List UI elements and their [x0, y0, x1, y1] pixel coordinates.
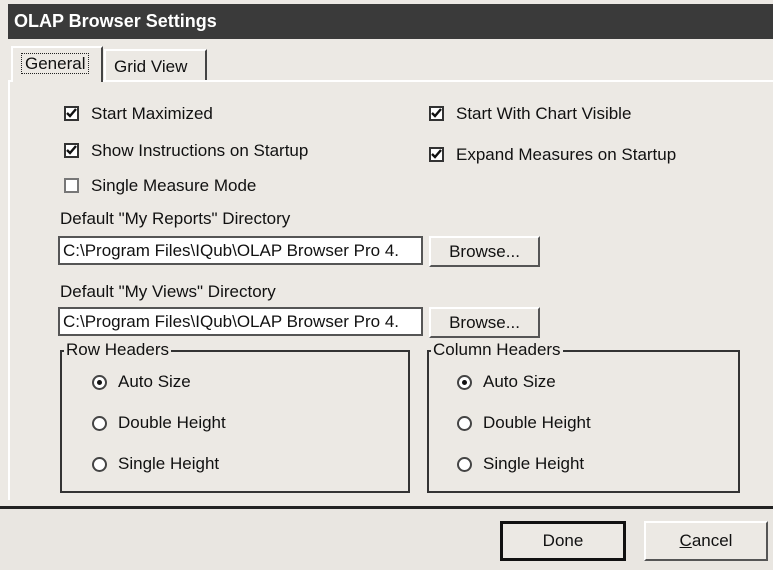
reports-directory-label: Default "My Reports" Directory [60, 209, 291, 228]
column-headers-group: Column Headers Auto Size Double Height S… [427, 340, 740, 493]
expand-measures-box[interactable] [429, 147, 444, 162]
window-title: OLAP Browser Settings [8, 4, 773, 39]
column-headers-legend: Column Headers [431, 340, 563, 360]
expand-measures-label: Expand Measures on Startup [456, 145, 677, 164]
cancel-button[interactable]: Cancel [644, 521, 768, 561]
done-button-label: Done [542, 531, 584, 550]
tab-grid-view[interactable]: Grid View [104, 49, 207, 80]
start-chart-visible-label: Start With Chart Visible [456, 104, 632, 123]
radio-empty-icon [92, 457, 107, 472]
tab-strip: General Grid View [8, 46, 773, 82]
start-maximized-label: Start Maximized [91, 104, 213, 123]
show-instructions-label: Show Instructions on Startup [91, 141, 309, 160]
radio-empty-icon [457, 416, 472, 431]
views-directory-label: Default "My Views" Directory [60, 282, 276, 301]
start-chart-visible-box[interactable] [429, 106, 444, 121]
col-single-height-label: Single Height [483, 454, 585, 473]
tab-grid-view-label: Grid View [114, 57, 188, 76]
radio-selected-icon [92, 375, 107, 390]
show-instructions-box[interactable] [64, 143, 79, 158]
checkmark-icon [66, 108, 77, 118]
views-directory-input[interactable]: C:\Program Files\IQub\OLAP Browser Pro 4… [58, 307, 423, 336]
checkmark-icon [431, 108, 442, 118]
radio-selected-icon [457, 375, 472, 390]
reports-directory-input[interactable]: C:\Program Files\IQub\OLAP Browser Pro 4… [58, 236, 423, 265]
single-measure-box[interactable] [64, 178, 79, 193]
done-button[interactable]: Done [500, 521, 626, 561]
start-maximized-box[interactable] [64, 106, 79, 121]
single-measure-label: Single Measure Mode [91, 176, 257, 195]
tab-general[interactable]: General [11, 46, 103, 82]
radio-empty-icon [92, 416, 107, 431]
checkmark-icon [66, 145, 77, 155]
tab-general-label: General [21, 53, 90, 74]
col-auto-size-label: Auto Size [483, 372, 556, 391]
cancel-button-label: Cancel [679, 531, 733, 550]
row-single-height-label: Single Height [118, 454, 220, 473]
reports-browse-button[interactable]: Browse... [429, 236, 540, 267]
row-headers-legend: Row Headers [64, 340, 171, 360]
views-browse-button[interactable]: Browse... [429, 307, 540, 338]
radio-empty-icon [457, 457, 472, 472]
checkmark-icon [431, 149, 442, 159]
row-auto-size-label: Auto Size [118, 372, 191, 391]
row-double-height-label: Double Height [118, 413, 226, 432]
row-headers-group: Row Headers Auto Size Double Height Sing… [60, 340, 410, 493]
col-double-height-label: Double Height [483, 413, 591, 432]
